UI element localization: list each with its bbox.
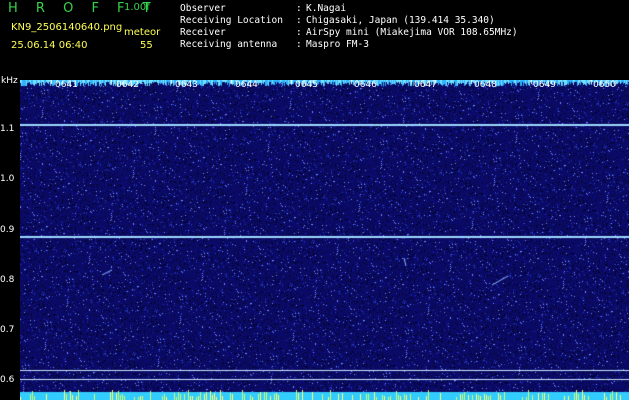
- meta-label-location: Receiving Location: [180, 15, 283, 26]
- meta-sep-observer: :: [296, 3, 302, 14]
- y-tick-label: 1.0: [0, 174, 15, 184]
- hrofft-window: H R O F F T 1.00f KN9_2506140640.png met…: [0, 0, 629, 400]
- y-tick-label: 0.6: [0, 375, 15, 385]
- version-label: 1.00f: [124, 2, 150, 13]
- filename-label: KN9_2506140640.png: [11, 22, 123, 33]
- meta-sep-antenna: :: [296, 39, 302, 50]
- x-tick-label: 0646: [354, 80, 377, 90]
- meta-value-receiver: AirSpy mini (Miakejima VOR 108.65MHz): [306, 27, 518, 38]
- y-tick-label: 0.8: [0, 275, 15, 285]
- spectrogram-canvas: [20, 80, 629, 400]
- x-tick-label: 0644: [235, 80, 258, 90]
- meta-label-antenna: Receiving antenna: [180, 39, 278, 50]
- meta-value-observer: K.Nagai: [306, 3, 347, 14]
- meta-value-location: Chigasaki, Japan (139.414 35.340): [306, 15, 495, 26]
- frequency-unit-label: kHz: [1, 76, 18, 86]
- meta-label-receiver: Receiver: [180, 27, 226, 38]
- datetime-label: 25.06.14 06:40: [11, 40, 88, 51]
- y-tick-label: 0.9: [0, 225, 15, 235]
- x-tick-label: 0647: [414, 80, 437, 90]
- y-tick-label: 1.1: [0, 124, 15, 134]
- x-tick-label: 0642: [116, 80, 139, 90]
- mode-label: meteor: [124, 27, 161, 38]
- x-tick-label: 0649: [533, 80, 556, 90]
- y-tick-label: 0.7: [0, 325, 15, 335]
- x-tick-label: 0641: [55, 80, 78, 90]
- meta-label-observer: Observer: [180, 3, 226, 14]
- meta-sep-location: :: [296, 15, 302, 26]
- x-tick-label: 0645: [295, 80, 318, 90]
- meta-sep-receiver: :: [296, 27, 302, 38]
- meteor-count: 55: [140, 40, 153, 51]
- x-tick-label: 0650: [593, 80, 616, 90]
- x-tick-label: 0648: [474, 80, 497, 90]
- x-tick-label: 0643: [175, 80, 198, 90]
- meta-value-antenna: Maspro FM-3: [306, 39, 369, 50]
